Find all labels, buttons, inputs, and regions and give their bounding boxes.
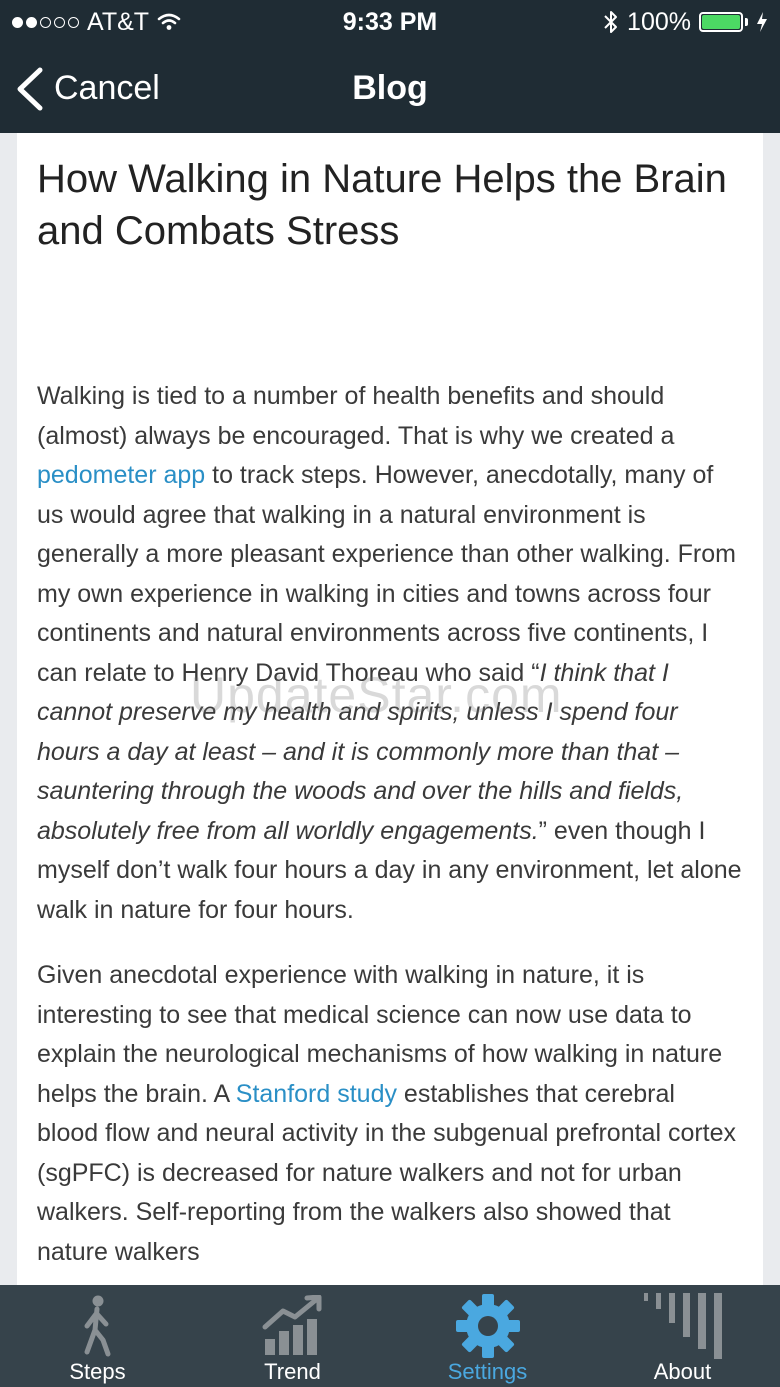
tab-settings-label: Settings [447, 1359, 528, 1384]
tab-settings[interactable]: Settings [390, 1285, 585, 1387]
bars-icon [640, 1291, 726, 1361]
bluetooth-icon [604, 11, 618, 33]
stanford-study-link[interactable]: Stanford study [236, 1080, 397, 1108]
battery-icon [699, 12, 743, 32]
tab-steps-label: Steps [69, 1359, 126, 1384]
title-spacer [37, 257, 743, 377]
p1-text-a: Walking is tied to a number of health be… [37, 382, 675, 450]
tab-trend[interactable]: Trend [195, 1285, 390, 1387]
status-bar: AT&T 9:33 PM 100% [0, 0, 780, 44]
page-title: Blog [352, 69, 428, 107]
battery-tip [745, 18, 748, 26]
gear-icon [454, 1291, 522, 1361]
article-paragraph-1: Walking is tied to a number of health be… [37, 377, 743, 930]
article-title: How Walking in Nature Helps the Brain an… [37, 157, 727, 253]
tab-about[interactable]: About [585, 1285, 780, 1387]
trend-chart-icon [261, 1291, 325, 1361]
pedometer-app-link[interactable]: pedometer app [37, 461, 205, 489]
status-right: 100% [603, 0, 768, 44]
article: How Walking in Nature Helps the Brain an… [17, 133, 763, 1272]
tab-steps[interactable]: Steps [0, 1285, 195, 1387]
p1-text-b: to track steps. However, anecdotally, ma… [37, 461, 736, 687]
tab-bar: Steps Trend Settings About [0, 1285, 780, 1387]
article-paragraph-2: Given anecdotal experience with walking … [37, 956, 743, 1272]
charging-icon [757, 12, 767, 32]
article-content[interactable]: How Walking in Nature Helps the Brain an… [17, 133, 763, 1285]
tab-about-label: About [653, 1359, 712, 1384]
walker-icon [78, 1291, 118, 1361]
battery-percentage: 100% [627, 7, 691, 36]
tab-trend-label: Trend [264, 1359, 321, 1384]
navigation-bar: Cancel Blog [0, 44, 780, 133]
